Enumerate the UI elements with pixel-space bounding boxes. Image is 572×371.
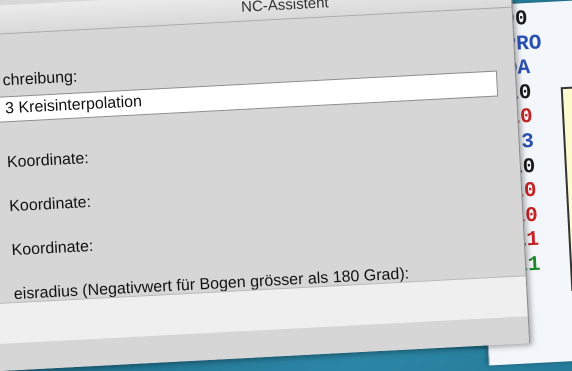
coordinate-label-1: Koordinate: (6, 150, 90, 172)
nc-assistant-dialog: NC-Assistent chreibung: 3 Kreisinterpola… (0, 0, 531, 371)
coordinate-label-2: Koordinate: (8, 193, 92, 216)
dialog-title: NC-Assistent (240, 0, 330, 16)
description-label: chreibung: (2, 68, 78, 90)
coordinate-label-3: Koordinate: (11, 237, 94, 260)
